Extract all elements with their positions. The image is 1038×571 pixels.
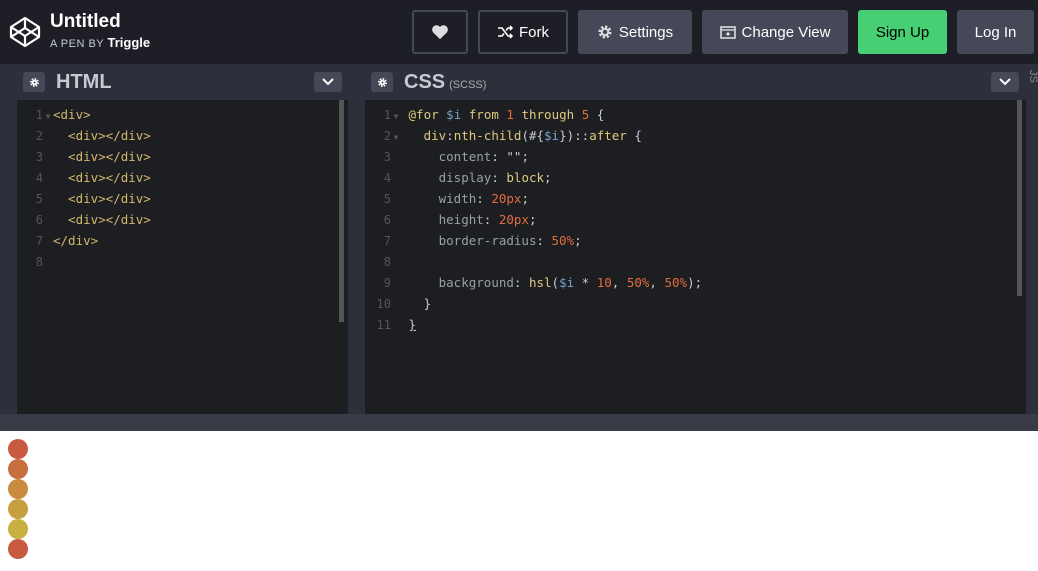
code-line: 5 <div></div> bbox=[35, 191, 151, 206]
preview-dot bbox=[8, 499, 28, 519]
code-line: 9 background: hsl($i * 10, 50%, 50%); bbox=[383, 275, 703, 290]
chevron-down-icon bbox=[322, 78, 334, 86]
gear-icon bbox=[29, 77, 39, 87]
html-panel-header: HTML bbox=[17, 64, 348, 100]
css-panel-title: CSS (SCSS) bbox=[404, 71, 486, 94]
preview-dot bbox=[8, 519, 28, 539]
resize-handle[interactable] bbox=[0, 414, 1038, 431]
pen-byline: A PEN BY Triggle bbox=[50, 35, 150, 50]
code-line: 6 height: 20px; bbox=[383, 212, 537, 227]
code-line: 1 ▼ <div> bbox=[35, 107, 91, 122]
preview-dot bbox=[8, 539, 28, 559]
love-button[interactable] bbox=[412, 10, 468, 54]
html-scrollbar[interactable] bbox=[339, 100, 344, 322]
html-editor-panel: HTML 1 ▼ <div> 2 <div></div> 3 <div></div>… bbox=[17, 64, 348, 414]
html-panel-menu-button[interactable] bbox=[314, 72, 342, 92]
code-line: 2 ▼ div:nth-child(#{$i})::after { bbox=[383, 128, 642, 143]
heart-icon bbox=[432, 25, 448, 40]
js-panel-label[interactable]: JS bbox=[1027, 70, 1038, 83]
code-line: 11 } bbox=[376, 317, 417, 332]
html-code[interactable]: 1 ▼ <div> 2 <div></div> 3 <div></div> 4 <d… bbox=[17, 104, 151, 272]
fork-button[interactable]: Fork bbox=[478, 10, 568, 54]
html-panel-title: HTML bbox=[56, 71, 112, 93]
code-line: 8 bbox=[35, 255, 43, 269]
codepen-logo-icon[interactable] bbox=[9, 16, 41, 48]
css-panel-menu-button[interactable] bbox=[991, 72, 1019, 92]
sign-up-button[interactable]: Sign Up bbox=[858, 10, 947, 54]
code-line: 7 </div> bbox=[35, 233, 99, 248]
preview-dot bbox=[8, 439, 28, 459]
fork-icon bbox=[498, 25, 513, 39]
css-title: CSS bbox=[404, 71, 446, 93]
settings-label: Settings bbox=[618, 23, 674, 41]
change-view-button[interactable]: Change View bbox=[702, 10, 848, 54]
code-line: 7 border-radius: 50%; bbox=[383, 233, 582, 248]
code-line: 4 <div></div> bbox=[35, 170, 151, 185]
change-view-label: Change View bbox=[741, 23, 831, 41]
code-line: 1 ▼ @for $i from 1 through 5 { bbox=[383, 107, 605, 122]
html-settings-button[interactable] bbox=[23, 72, 45, 92]
code-line: 10 } bbox=[376, 296, 432, 311]
css-scrollbar[interactable] bbox=[1017, 100, 1022, 296]
byline-prefix: A PEN BY bbox=[50, 38, 104, 50]
chevron-down-icon bbox=[999, 78, 1011, 86]
gear-icon bbox=[598, 25, 612, 39]
code-line: 5 width: 20px; bbox=[383, 191, 529, 206]
code-line: 2 <div></div> bbox=[35, 128, 151, 143]
code-line: 6 <div></div> bbox=[35, 212, 151, 227]
code-line: 3 content: ""; bbox=[383, 149, 529, 164]
css-preprocessor-label: (SCSS) bbox=[449, 79, 487, 91]
css-code[interactable]: 1 ▼ @for $i from 1 through 5 { 2 ▼ div:nth… bbox=[365, 104, 703, 335]
settings-button[interactable]: Settings bbox=[578, 10, 692, 54]
gear-icon bbox=[377, 77, 387, 87]
editor-area: HTML 1 ▼ <div> 2 <div></div> 3 <div></div>… bbox=[0, 64, 1038, 414]
preview-dot bbox=[8, 459, 28, 479]
code-line: 3 <div></div> bbox=[35, 149, 151, 164]
css-settings-button[interactable] bbox=[371, 72, 393, 92]
preview-pane bbox=[0, 431, 1038, 571]
layout-icon bbox=[719, 25, 736, 39]
css-editor-panel: CSS (SCSS) 1 ▼ @for $i from 1 through 5 { … bbox=[365, 64, 1026, 414]
author-link[interactable]: Triggle bbox=[108, 35, 151, 50]
css-panel-header: CSS (SCSS) bbox=[365, 64, 1026, 100]
code-line: 4 display: block; bbox=[383, 170, 552, 185]
pen-title[interactable]: Untitled bbox=[50, 11, 121, 33]
preview-dot bbox=[8, 479, 28, 499]
fork-label: Fork bbox=[519, 23, 549, 41]
top-bar: Untitled A PEN BY Triggle Fork Settings … bbox=[0, 0, 1038, 64]
code-line: 8 bbox=[383, 255, 391, 269]
log-in-button[interactable]: Log In bbox=[957, 10, 1034, 54]
js-editor-panel-collapsed[interactable] bbox=[1027, 64, 1038, 414]
